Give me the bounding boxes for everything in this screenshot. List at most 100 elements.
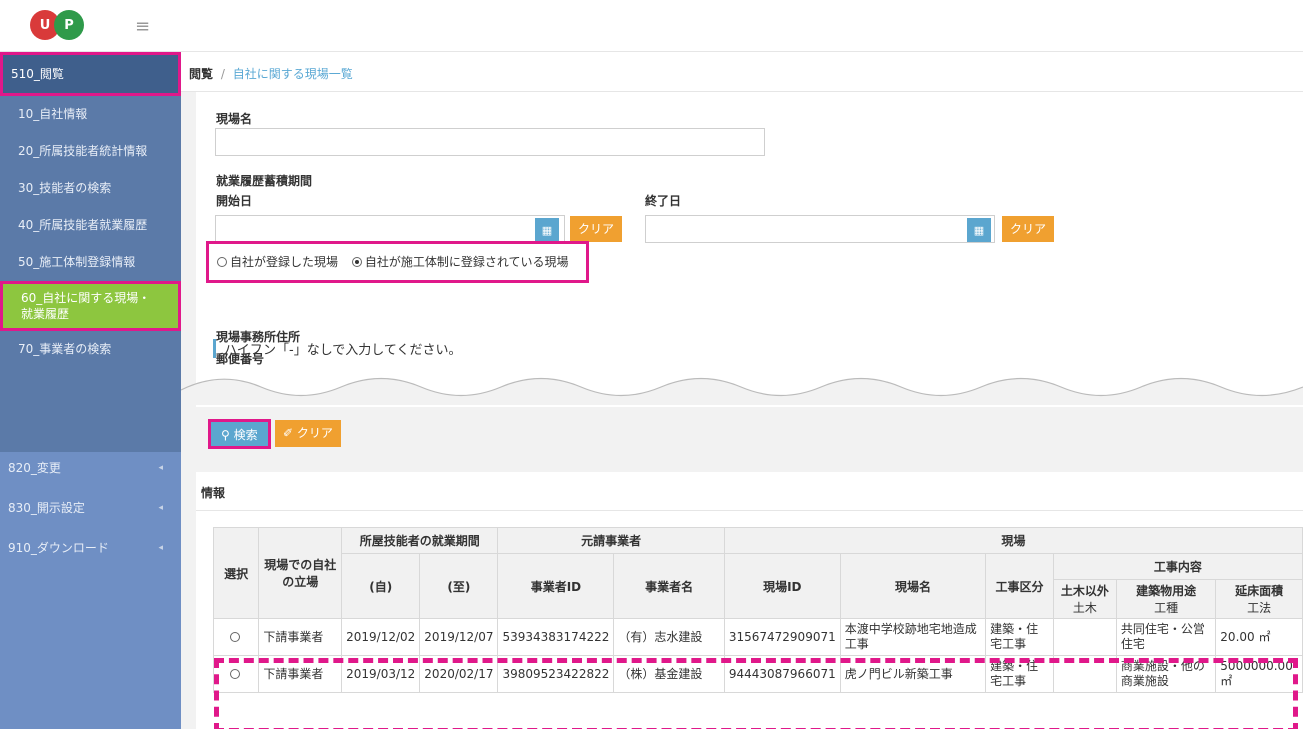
- sidebar-item-company-info[interactable]: 10_自社情報: [0, 96, 181, 133]
- cell-work-type: 建築・住宅工事: [985, 618, 1054, 656]
- sidebar-item-company-sites[interactable]: 60_自社に関する現場・ 就業履歴: [0, 281, 181, 331]
- cell-from: 2019/12/02: [341, 618, 421, 656]
- breadcrumb-current: 自社に関する現場一覧: [232, 67, 353, 81]
- cell-biz-id: 39809523422822: [497, 655, 615, 693]
- calendar-icon[interactable]: ▦: [967, 218, 991, 242]
- breadcrumb-root[interactable]: 閲覧: [189, 67, 213, 81]
- radio-selected-icon: [351, 257, 362, 267]
- chevron-left-icon: ◂: [158, 503, 163, 513]
- eraser-icon: ✐: [283, 426, 297, 440]
- header-site: 現場: [723, 527, 1303, 554]
- header-use: 建築物用途 工種: [1115, 579, 1217, 619]
- site-table: 選択 現場での自社の立場 所屋技能者の就業期間 元請事業者 現場 (自) (至)…: [212, 527, 1303, 693]
- wave-break-divider: [181, 377, 1303, 405]
- cell-role: 下請事業者: [258, 618, 343, 656]
- header-biz-id: 事業者ID: [497, 553, 615, 619]
- radio-registered-in-system[interactable]: 自社が施工体制に登録されている現場: [351, 255, 569, 269]
- header-site-name: 現場名: [839, 553, 987, 619]
- end-date-input[interactable]: [645, 215, 995, 243]
- radio-own-registered-label: 自社が登録した現場: [230, 255, 339, 269]
- site-name-label: 現場名: [216, 112, 253, 126]
- header-to: (至): [419, 553, 499, 619]
- sidebar-item-work-history[interactable]: 40_所属技能者就業履歴: [0, 207, 181, 244]
- info-title: 情報: [201, 486, 226, 500]
- cell-work-type: 建築・住宅工事: [985, 655, 1054, 693]
- cell-biz-name: （有）志水建設: [613, 618, 725, 656]
- period-label: 就業履歴蓄積期間: [216, 174, 313, 188]
- row-select[interactable]: [212, 655, 260, 693]
- cell-area: 20.00 ㎡: [1215, 618, 1303, 656]
- header-area: 延床面積 工法: [1215, 579, 1303, 619]
- breadcrumb: 閲覧 / 自社に関する現場一覧: [181, 52, 1303, 92]
- radio-own-registered[interactable]: 自社が登録した現場: [217, 255, 338, 269]
- table-row[interactable]: 下請事業者 2019/12/02 2019/12/07 539343831742…: [212, 618, 1303, 656]
- calendar-icon[interactable]: ▦: [535, 218, 559, 242]
- logo-circle-p: P: [54, 10, 84, 40]
- cell-non-civil: [1052, 618, 1117, 656]
- radio-registered-in-system-label: 自社が施工体制に登録されている現場: [364, 255, 569, 269]
- sidebar-item-label: 820_変更: [8, 461, 61, 475]
- sidebar-item-business-search[interactable]: 70_事業者の検索: [0, 331, 181, 368]
- radio-icon[interactable]: [229, 631, 240, 642]
- sidebar-item-disclosure[interactable]: 830_開示設定 ◂: [0, 492, 181, 532]
- cell-to: 2019/12/07: [419, 618, 499, 656]
- info-divider: [196, 510, 1303, 511]
- cell-to: 2020/02/17: [419, 655, 499, 693]
- end-date-label: 終了日: [645, 194, 682, 208]
- cell-site-name: 虎ノ門ビル新築工事: [839, 655, 987, 693]
- header-kind-label: 工種: [1154, 601, 1179, 615]
- postal-hint: ハイフン「-」なしで入力してください。: [213, 339, 462, 358]
- sidebar-item-label-line1: 60_自社に関する現場・: [21, 291, 151, 305]
- sidebar-item-construction-system[interactable]: 50_施工体制登録情報: [0, 244, 181, 281]
- sidebar-item-worker-search[interactable]: 30_技能者の検索: [0, 170, 181, 207]
- chevron-left-icon: ◂: [158, 463, 163, 473]
- main-content: 閲覧 / 自社に関する現場一覧 現場名 就業履歴蓄積期間 開始日 ▦ クリア 終…: [181, 52, 1303, 729]
- sidebar-header-browse[interactable]: 510_閲覧: [0, 52, 181, 96]
- sidebar-item-worker-stats[interactable]: 20_所属技能者統計情報: [0, 133, 181, 170]
- row-select[interactable]: [212, 618, 260, 656]
- header-from: (自): [341, 553, 421, 619]
- radio-icon: [217, 257, 227, 267]
- radio-icon[interactable]: [229, 668, 240, 679]
- table-row[interactable]: 下請事業者 2019/03/12 2020/02/17 398095234228…: [212, 655, 1303, 693]
- header-non-civil-label: 土木以外: [1060, 584, 1109, 598]
- cell-use: 共同住宅・公営住宅: [1115, 618, 1217, 656]
- sidebar-item-change[interactable]: 820_変更 ◂: [0, 452, 181, 492]
- cell-biz-name: （株）基金建設: [613, 655, 725, 693]
- search-icon: ⚲: [221, 428, 234, 442]
- cell-role: 下請事業者: [258, 655, 343, 693]
- header-contractor: 元請事業者: [497, 527, 725, 554]
- header-role: 現場での自社の立場: [258, 527, 343, 619]
- cell-site-name: 本渡中学校跡地宅地造成工事: [839, 618, 987, 656]
- sidebar-item-label: 910_ダウンロード: [8, 541, 109, 555]
- header-select: 選択: [212, 527, 260, 619]
- sidebar-item-label: 830_開示設定: [8, 501, 85, 515]
- cell-non-civil: [1052, 655, 1117, 693]
- end-date-clear-button[interactable]: クリア: [1002, 216, 1055, 242]
- header-area-label: 延床面積: [1235, 584, 1284, 598]
- sidebar-item-label-line2: 就業履歴: [21, 307, 70, 321]
- search-button[interactable]: ⚲ 検索: [208, 419, 271, 449]
- header-civil-label: 土木: [1072, 601, 1097, 615]
- app-logo[interactable]: U P: [30, 10, 90, 42]
- cell-site-id: 94443087966071: [723, 655, 841, 693]
- header-period: 所屋技能者の就業期間: [341, 527, 499, 554]
- chevron-left-icon: ◂: [158, 543, 163, 553]
- header-site-id: 現場ID: [723, 553, 841, 619]
- cell-use: 商業施設・他の商業施設: [1115, 655, 1217, 693]
- start-date-label: 開始日: [216, 194, 253, 208]
- breadcrumb-separator: /: [220, 67, 225, 81]
- header-method-label: 工法: [1247, 601, 1272, 615]
- header-non-civil: 土木以外 土木: [1052, 579, 1117, 619]
- search-button-label: 検索: [233, 428, 258, 442]
- site-name-input[interactable]: [215, 128, 765, 156]
- hamburger-menu-icon[interactable]: ≡: [135, 16, 150, 37]
- start-date-input[interactable]: [215, 215, 565, 243]
- form-clear-button[interactable]: ✐ クリア: [275, 420, 341, 447]
- cell-from: 2019/03/12: [341, 655, 421, 693]
- header-work-content: 工事内容: [1052, 553, 1303, 580]
- start-date-clear-button[interactable]: クリア: [570, 216, 623, 242]
- cell-biz-id: 53934383174222: [497, 618, 615, 656]
- sidebar-item-download[interactable]: 910_ダウンロード ◂: [0, 532, 181, 572]
- header-use-label: 建築物用途: [1136, 584, 1197, 598]
